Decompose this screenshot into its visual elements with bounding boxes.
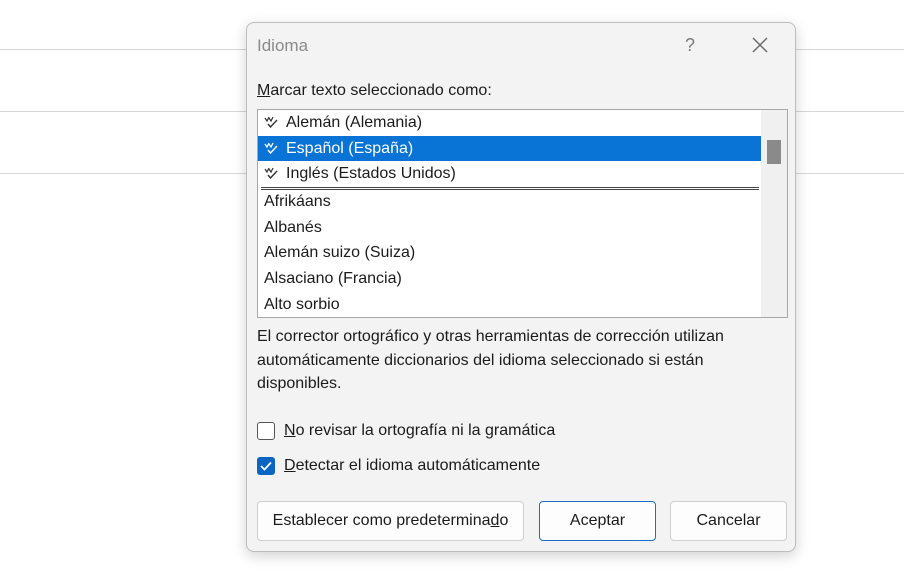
language-label: Inglés (Estados Unidos) xyxy=(286,165,456,183)
language-listbox[interactable]: Alemán (Alemania) Español (España) Inglés … xyxy=(257,109,788,318)
scrollbar-thumb[interactable] xyxy=(767,140,781,164)
help-button[interactable]: ? xyxy=(675,31,705,59)
recent-language-item[interactable]: Inglés (Estados Unidos) xyxy=(258,161,761,187)
set-default-button[interactable]: Establecer como predeterminado xyxy=(257,501,524,541)
language-list: Alemán (Alemania) Español (España) Inglés … xyxy=(258,110,761,317)
auto-detect-option[interactable]: Detectar el idioma automáticamente xyxy=(257,455,540,477)
spellcheck-icon xyxy=(264,116,278,128)
recent-language-item[interactable]: Español (España) xyxy=(258,135,761,162)
language-item[interactable]: Albanés xyxy=(258,215,761,241)
spellcheck-icon xyxy=(264,168,278,180)
no-check-label[interactable]: No revisar la ortografía ni la gramática xyxy=(284,422,555,440)
language-item[interactable]: Alto sorbio xyxy=(258,292,761,317)
auto-detect-checkbox[interactable] xyxy=(257,457,275,475)
language-item[interactable]: Alemán suizo (Suiza) xyxy=(258,240,761,266)
no-check-option[interactable]: No revisar la ortografía ni la gramática xyxy=(257,420,555,442)
language-dialog: Idioma ? Marcar texto seleccionado como:… xyxy=(246,22,796,552)
recent-languages-separator xyxy=(261,187,759,190)
close-button[interactable] xyxy=(743,31,777,59)
language-list-label: Marcar texto seleccionado como: xyxy=(257,82,492,99)
checkmark-icon xyxy=(260,461,272,471)
dialog-title: Idioma xyxy=(257,36,309,55)
description-text: El corrector ortográfico y otras herrami… xyxy=(257,328,724,392)
no-check-checkbox[interactable] xyxy=(257,422,275,440)
cancel-button[interactable]: Cancelar xyxy=(670,501,787,541)
spellcheck-icon xyxy=(264,142,278,154)
language-item[interactable]: Afrikáans xyxy=(258,189,761,215)
language-label: Español (España) xyxy=(286,139,414,157)
auto-detect-label[interactable]: Detectar el idioma automáticamente xyxy=(284,457,540,475)
language-label: Alemán (Alemania) xyxy=(286,114,423,131)
recent-language-item[interactable]: Alemán (Alemania) xyxy=(258,110,761,136)
listbox-scrollbar[interactable] xyxy=(761,110,787,317)
language-item[interactable]: Alsaciano (Francia) xyxy=(258,266,761,292)
accept-button[interactable]: Aceptar xyxy=(539,501,656,541)
close-icon xyxy=(752,37,768,53)
